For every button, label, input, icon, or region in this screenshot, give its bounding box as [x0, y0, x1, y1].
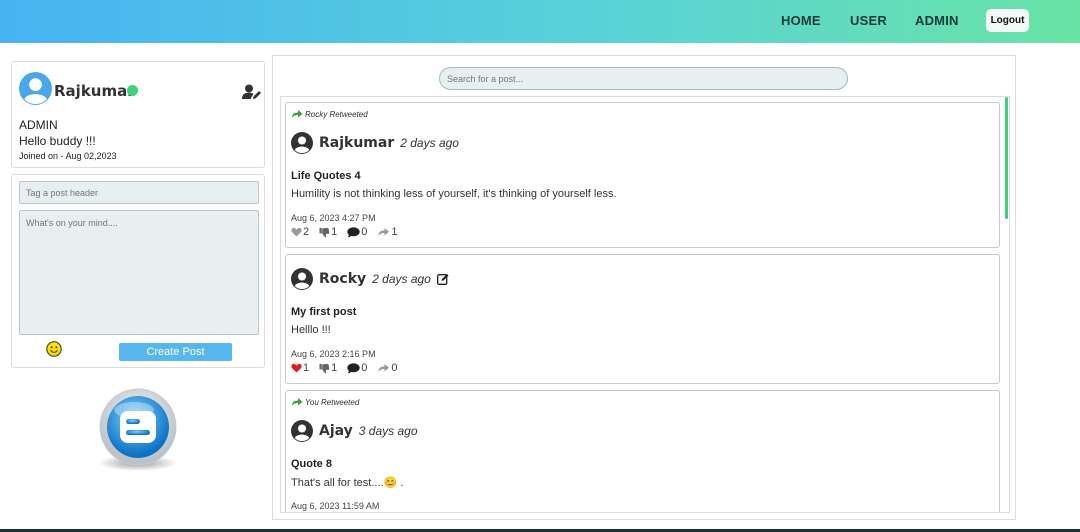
- post-list[interactable]: Rocky Retweeted Rajkumar 2 days ago Life…: [280, 96, 1010, 513]
- retweet-button[interactable]: 0: [377, 362, 398, 374]
- post-actions: 1 1 0 0: [291, 362, 408, 374]
- top-navbar: HOME USER ADMIN Logout: [0, 0, 1080, 43]
- post-time-ago: 2 days ago: [372, 272, 431, 286]
- edit-post-icon[interactable]: [436, 273, 449, 285]
- create-post-button[interactable]: Create Post: [119, 343, 232, 361]
- post-title: My first post: [291, 306, 357, 318]
- comment-count: 0: [361, 226, 368, 238]
- post-actions: 2 1 0 1: [291, 226, 408, 238]
- comment-icon: [347, 362, 360, 373]
- profile-name[interactable]: Rajkumar: [54, 82, 135, 100]
- post-body: That's all for test....😊 .: [291, 477, 404, 489]
- post-author-row: Ajay 3 days ago: [291, 420, 418, 442]
- post-author-name[interactable]: Rajkumar: [319, 135, 394, 151]
- nav-user-link[interactable]: USER: [850, 13, 887, 28]
- retweet-count: 1: [391, 226, 398, 238]
- nav-home-link[interactable]: HOME: [781, 13, 821, 28]
- profile-role: ADMIN: [19, 118, 58, 132]
- user-circle-icon: [291, 132, 313, 154]
- post-body: Helllo !!!: [291, 324, 331, 336]
- post-card: Rocky Retweeted Rajkumar 2 days ago Life…: [285, 102, 1000, 248]
- dislike-count: 1: [331, 226, 338, 238]
- retweet-note-text: Rocky Retweeted: [305, 109, 368, 119]
- post-card: You Retweeted Ajay 3 days ago Quote 8 Th…: [285, 390, 1000, 512]
- post-title: Life Quotes 4: [291, 170, 361, 182]
- post-date: Aug 6, 2023 2:16 PM: [291, 349, 376, 359]
- post-date: Aug 6, 2023 4:27 PM: [291, 213, 376, 223]
- comment-icon: [347, 226, 360, 237]
- post-author-name[interactable]: Rocky: [319, 271, 366, 287]
- retweet-arrow-icon: [378, 228, 390, 236]
- logout-button[interactable]: Logout: [986, 9, 1029, 32]
- blogger-logo-icon: [98, 388, 178, 471]
- post-body-textarea[interactable]: [19, 210, 259, 335]
- post-author-row: Rajkumar 2 days ago: [291, 132, 459, 154]
- dislike-count: 1: [331, 362, 338, 374]
- post-author-name[interactable]: Ajay: [319, 423, 353, 439]
- profile-joined-date: Joined on - Aug 02,2023: [19, 151, 117, 161]
- online-status-dot: [127, 85, 138, 96]
- post-author-row: Rocky 2 days ago: [291, 268, 449, 290]
- retweet-button[interactable]: 1: [377, 226, 398, 238]
- retweet-note: Rocky Retweeted: [291, 109, 368, 119]
- like-button[interactable]: 1: [291, 362, 309, 374]
- thumbs-down-icon: [319, 363, 330, 373]
- user-circle-icon: [291, 420, 313, 442]
- retweet-note: You Retweeted: [291, 397, 359, 407]
- post-time-ago: 3 days ago: [358, 424, 418, 438]
- heart-icon: [291, 363, 302, 373]
- post-time-ago: 2 days ago: [400, 136, 459, 150]
- user-edit-icon[interactable]: [242, 84, 262, 100]
- feed-scrollbar[interactable]: [1005, 97, 1008, 219]
- retweet-count: 0: [391, 362, 398, 374]
- post-title: Quote 8: [291, 458, 332, 470]
- retweet-arrow-icon: [378, 364, 390, 372]
- retweet-arrow-icon: [292, 110, 303, 118]
- compose-post-card: Create Post: [11, 174, 265, 368]
- post-header-input[interactable]: [19, 181, 259, 204]
- comment-button[interactable]: 0: [347, 226, 367, 238]
- profile-bio: Hello buddy !!!: [19, 134, 96, 148]
- retweet-note-text: You Retweeted: [305, 397, 360, 407]
- comment-button[interactable]: 0: [347, 362, 367, 374]
- profile-card: Rajkumar ADMIN Hello buddy !!! Joined on…: [11, 61, 265, 168]
- retweet-arrow-icon: [292, 398, 303, 406]
- user-circle-icon: [291, 268, 313, 290]
- dislike-button[interactable]: 1: [319, 362, 337, 374]
- post-search-input[interactable]: [439, 67, 848, 90]
- thumbs-down-icon: [319, 227, 330, 237]
- nav-admin-link[interactable]: ADMIN: [915, 13, 959, 28]
- heart-icon: [291, 227, 302, 237]
- smiley-icon[interactable]: [46, 341, 62, 357]
- post-date: Aug 6, 2023 11:59 AM: [291, 501, 380, 511]
- like-count: 2: [303, 226, 310, 238]
- comment-count: 0: [361, 362, 368, 374]
- like-button[interactable]: 2: [291, 226, 309, 238]
- post-body: Humility is not thinking less of yoursel…: [291, 188, 617, 200]
- dislike-button[interactable]: 1: [319, 226, 337, 238]
- post-card: Rocky 2 days ago My first post Helllo !!…: [285, 254, 1000, 384]
- user-circle-icon: [19, 72, 52, 105]
- like-count: 1: [303, 362, 310, 374]
